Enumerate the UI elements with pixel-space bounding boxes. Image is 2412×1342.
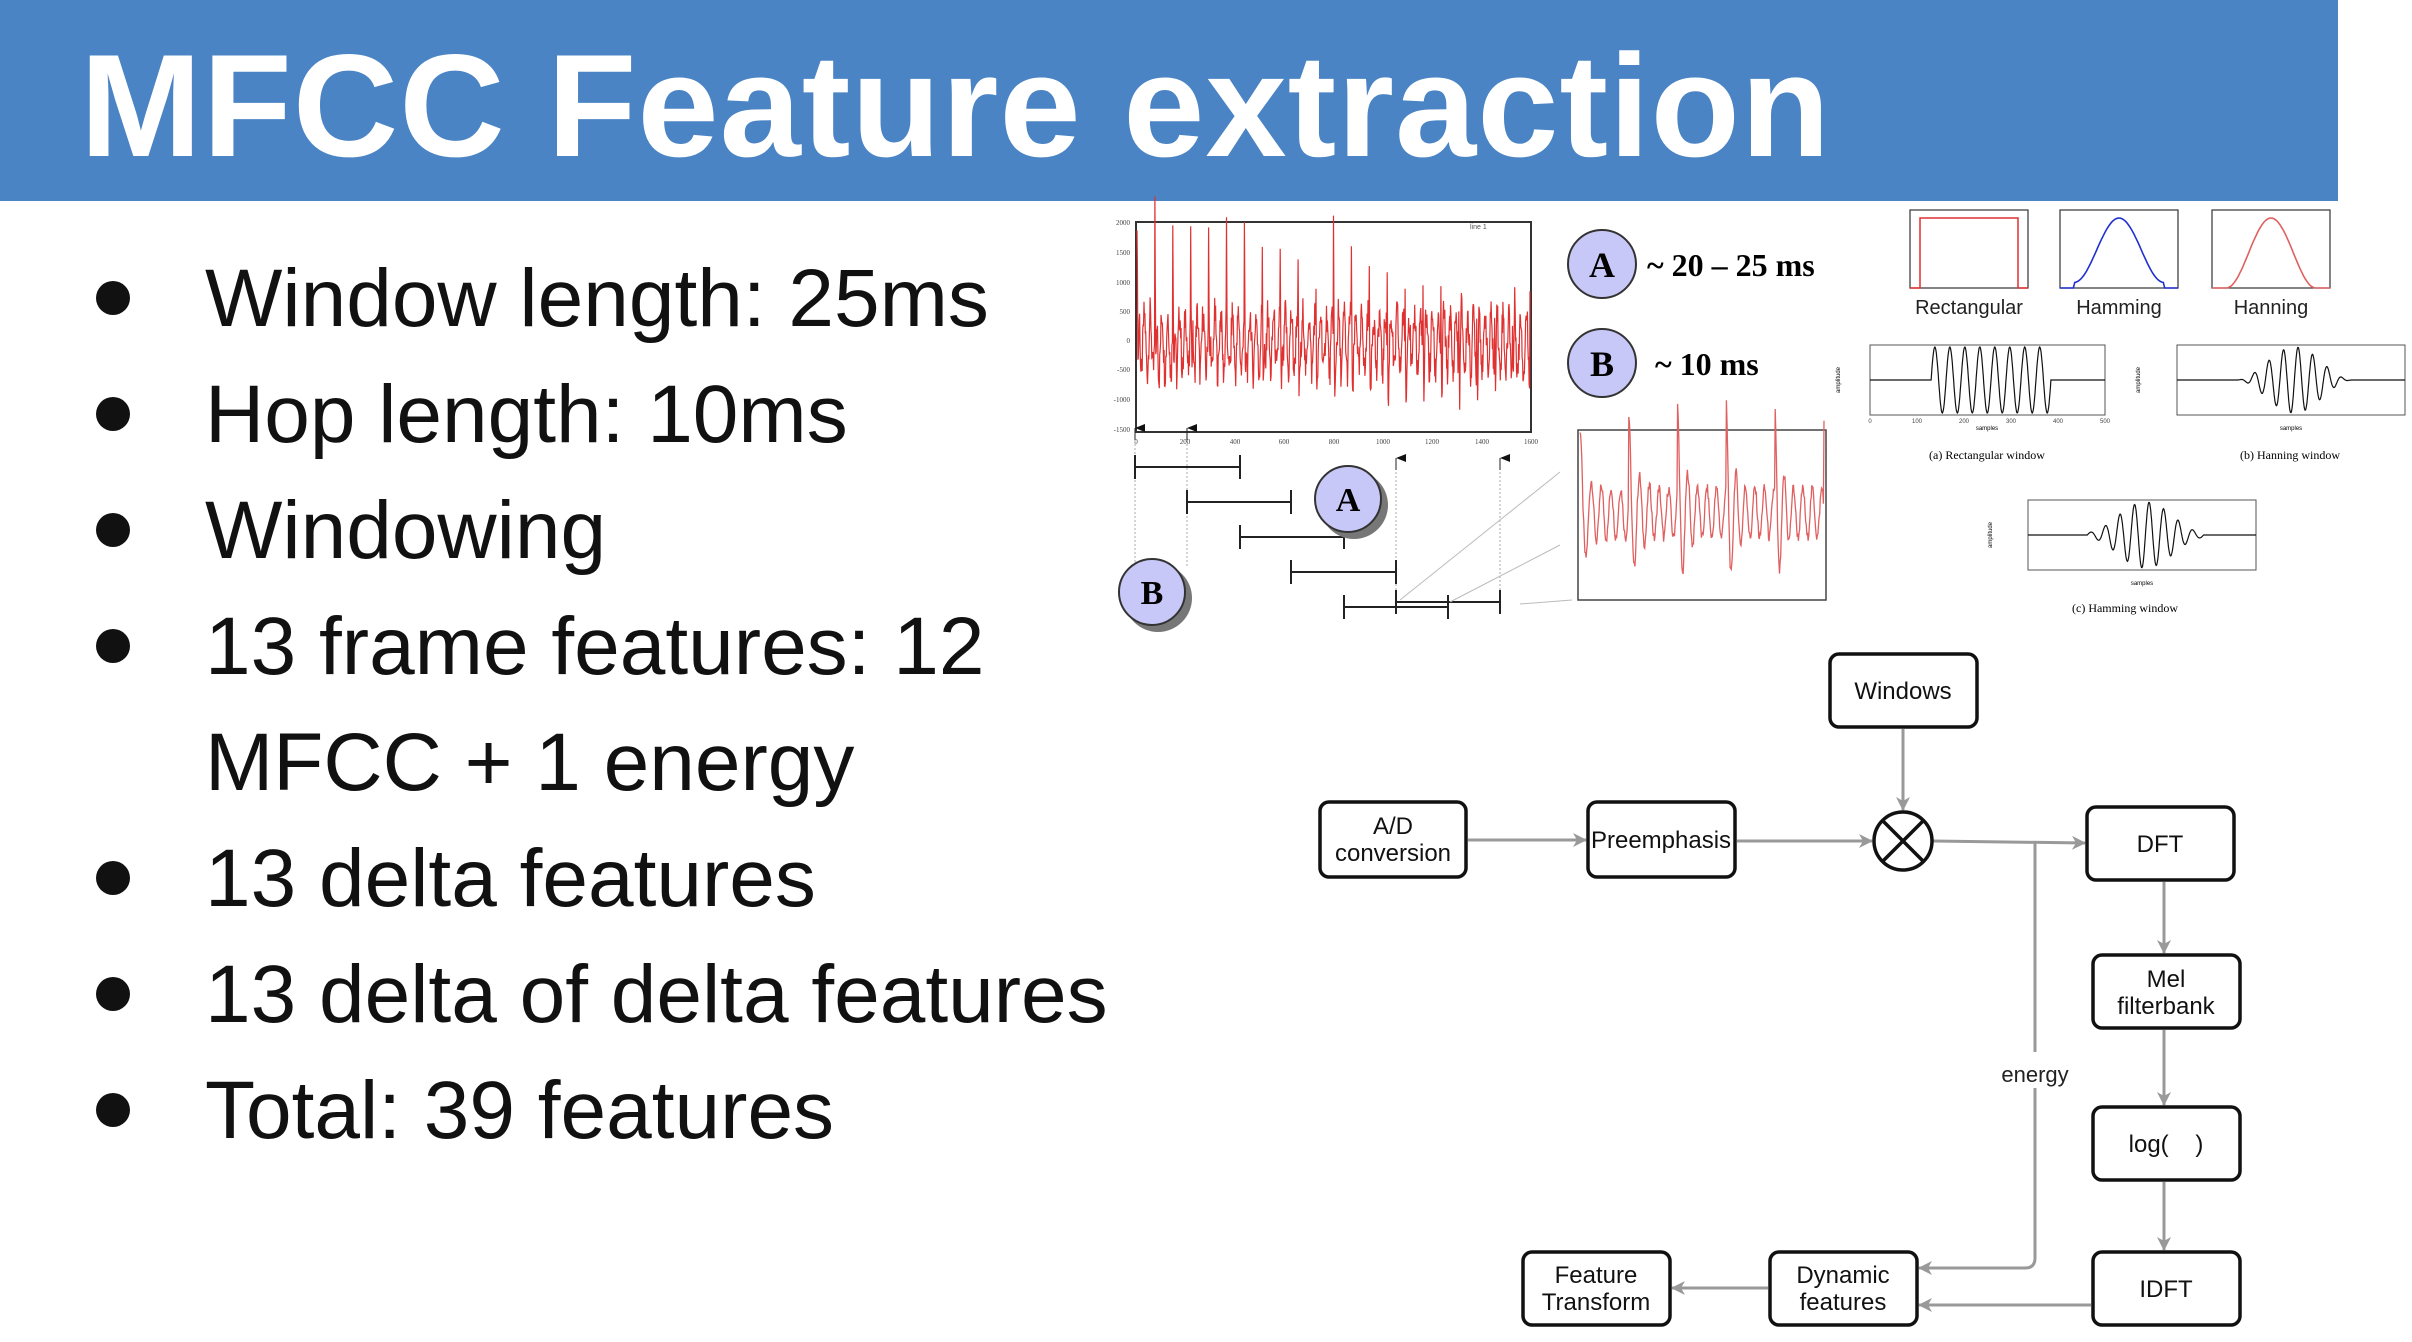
svg-text:Hanning: Hanning [2234, 297, 2309, 319]
svg-text:A/D: A/D [1373, 813, 1413, 840]
node-ad-conversion: A/D conversion [1318, 800, 1468, 879]
svg-text:B: B [1590, 344, 1614, 384]
x-tick: 1000 [1376, 438, 1391, 446]
svg-text:amplitude: amplitude [2136, 366, 2142, 393]
svg-text:500: 500 [2100, 419, 2111, 425]
y-tick: 1000 [1116, 279, 1131, 287]
svg-text:samples: samples [1976, 426, 1998, 432]
figures: line 1 2000 1500 1000 500 0 -500 -1000 -… [1114, 196, 2406, 1327]
y-tick: 0 [1127, 337, 1131, 345]
node-dynamic-features: Dynamic features [1768, 1250, 1919, 1327]
svg-text:Transform: Transform [1542, 1289, 1650, 1316]
window-shape-hamming: Hamming [2059, 209, 2179, 319]
multiply-node-icon [1872, 810, 1934, 872]
svg-text:0: 0 [1868, 419, 1872, 425]
x-tick: 1600 [1524, 438, 1539, 446]
node-idft: IDFT [2091, 1250, 2242, 1327]
svg-text:DFT: DFT [2137, 831, 2184, 858]
svg-text:features: features [1800, 1289, 1887, 1316]
node-mel-filterbank: Mel filterbank [2091, 953, 2242, 1030]
caption-c: (c) Hamming window [2072, 601, 2178, 615]
y-tick: 2000 [1116, 219, 1131, 227]
svg-text:amplitude: amplitude [1836, 366, 1842, 393]
svg-text:300: 300 [2006, 419, 2017, 425]
svg-text:filterbank: filterbank [2117, 993, 2215, 1020]
windowed-x-ticks: 0 100 200 300 400 500 [1868, 419, 2110, 425]
svg-text:conversion: conversion [1335, 840, 1451, 867]
node-dft: DFT [2085, 805, 2236, 882]
svg-text:B: B [1141, 575, 1164, 612]
svg-text:Windows: Windows [1854, 678, 1951, 705]
svg-text:Hamming: Hamming [2076, 297, 2162, 319]
windowed-signal-rectangular: amplitude samples (a) Rectangular window [1836, 344, 2106, 462]
svg-text:Mel: Mel [2147, 966, 2186, 993]
label-b-circle-frame: B [1118, 558, 1192, 632]
y-tick: 1500 [1116, 249, 1131, 257]
y-tick: -500 [1117, 366, 1130, 374]
b-duration: ~ 10 ms [1655, 346, 1759, 382]
zoomed-frame-plot [1577, 400, 1827, 601]
svg-text:Dynamic: Dynamic [1796, 1262, 1889, 1289]
svg-text:samples: samples [2131, 581, 2153, 587]
window-shape-hanning: Hanning [2211, 209, 2331, 319]
svg-text:log( ): log( ) [2129, 1131, 2204, 1158]
x-tick: 200 [1180, 438, 1191, 446]
svg-text:Feature: Feature [1555, 1262, 1638, 1289]
svg-text:amplitude: amplitude [1988, 521, 1994, 548]
node-preemphasis: Preemphasis [1586, 800, 1737, 879]
svg-text:400: 400 [2053, 419, 2064, 425]
caption-a: (a) Rectangular window [1929, 448, 2045, 462]
a-duration: ~ 20 – 25 ms [1647, 247, 1815, 283]
node-windows: Windows [1828, 652, 1979, 729]
energy-label: energy [2001, 1062, 2068, 1087]
svg-text:Rectangular: Rectangular [1915, 297, 2023, 319]
node-feature-transform: Feature Transform [1521, 1250, 1672, 1327]
svg-text:samples: samples [2280, 426, 2302, 432]
svg-text:200: 200 [1959, 419, 1970, 425]
x-tick: 800 [1329, 438, 1340, 446]
flowchart-connectors [1468, 729, 2171, 1312]
y-tick: -1000 [1114, 396, 1131, 404]
svg-text:Preemphasis: Preemphasis [1591, 827, 1731, 854]
legend-label: line 1 [1470, 224, 1487, 231]
svg-text:IDFT: IDFT [2139, 1276, 2193, 1303]
y-tick: -1500 [1114, 426, 1131, 434]
label-a-circle-frame: A [1314, 465, 1388, 539]
legend-b: B ~ 10 ms [1567, 328, 1759, 398]
svg-text:100: 100 [1912, 419, 1923, 425]
x-tick: 1400 [1475, 438, 1490, 446]
caption-b: (b) Hanning window [2240, 448, 2340, 462]
svg-text:A: A [1336, 482, 1361, 519]
windowed-signal-hamming: amplitude samples (c) Hamming window [1988, 499, 2257, 615]
x-tick: 1200 [1425, 438, 1440, 446]
y-tick: 500 [1120, 308, 1131, 316]
speech-waveform-plot: line 1 2000 1500 1000 500 0 -500 -1000 -… [1114, 196, 1539, 446]
window-shape-rectangular: Rectangular [1909, 209, 2029, 319]
x-tick: 600 [1279, 438, 1290, 446]
x-tick: 400 [1230, 438, 1241, 446]
svg-text:A: A [1589, 245, 1615, 285]
windowed-signal-hanning: amplitude samples (b) Hanning window [2136, 344, 2406, 462]
node-log: log( ) [2091, 1105, 2242, 1182]
legend-a: A ~ 20 – 25 ms [1567, 229, 1815, 299]
